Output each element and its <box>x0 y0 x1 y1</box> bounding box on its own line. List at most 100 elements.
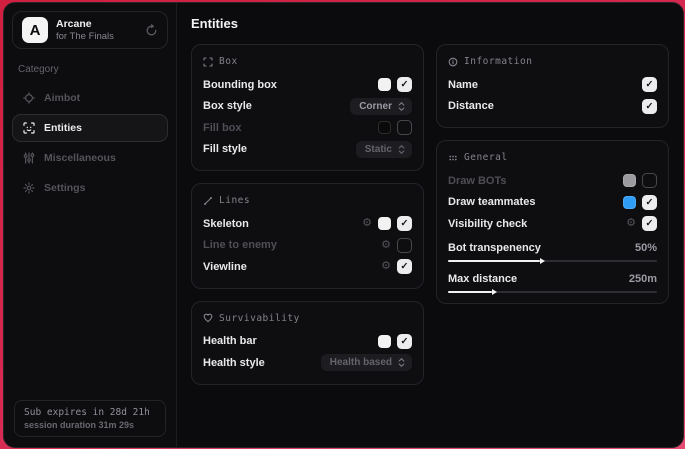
setting-row-name: Name <box>448 74 657 96</box>
category-label: Category <box>18 64 162 75</box>
setting-label: Distance <box>448 100 494 112</box>
health-bar-checkbox[interactable] <box>397 334 412 349</box>
gear-icon[interactable]: ⚙ <box>381 261 391 272</box>
setting-label: Viewline <box>203 261 247 273</box>
panel-title: General <box>464 152 508 163</box>
entities-scan-icon <box>23 122 35 134</box>
bot-transparency-slider-block: Bot transpenency 50% <box>448 242 657 262</box>
setting-label: Fill box <box>203 122 242 134</box>
slider-value: 250m <box>629 273 657 285</box>
setting-row-draw-bots: Draw BOTs <box>448 170 657 192</box>
setting-row-skeleton: Skeleton ⚙ <box>203 213 412 235</box>
setting-label: Health bar <box>203 335 257 347</box>
setting-row-bounding-box: Bounding box <box>203 74 412 96</box>
setting-row-fill-box: Fill box <box>203 117 412 139</box>
sliders-icon <box>23 152 35 164</box>
session-duration-text: session duration 31m 29s <box>24 420 156 430</box>
setting-label: Box style <box>203 100 252 112</box>
sub-expiry-text: Sub expires in 28d 21h <box>24 407 156 418</box>
slider-label: Max distance <box>448 273 517 285</box>
dropdown-value: Static <box>365 144 392 155</box>
panel-title: Box <box>219 56 238 67</box>
setting-label: Fill style <box>203 143 247 155</box>
color-swatch[interactable] <box>623 196 636 209</box>
sidebar-item-settings[interactable]: Settings <box>12 174 168 202</box>
setting-label: Visibility check <box>448 218 527 230</box>
slider-fill <box>448 291 492 293</box>
distance-checkbox[interactable] <box>642 99 657 114</box>
slider-value: 50% <box>635 242 657 254</box>
sync-icon[interactable] <box>145 24 158 37</box>
draw-bots-checkbox[interactable] <box>642 173 657 188</box>
sidebar-item-miscellaneous[interactable]: Miscellaneous <box>12 144 168 172</box>
bot-transparency-slider[interactable] <box>448 260 657 262</box>
color-swatch[interactable] <box>378 217 391 230</box>
sidebar-item-label: Settings <box>44 182 85 194</box>
panel-title: Information <box>464 56 532 67</box>
brand-subtitle: for The Finals <box>56 31 114 43</box>
sidebar: A Arcane for The Finals Category Aimbot <box>4 3 177 447</box>
max-distance-slider-block: Max distance 250m <box>448 273 657 293</box>
color-swatch[interactable] <box>378 121 391 134</box>
information-icon <box>448 57 458 67</box>
subscription-info-card: Sub expires in 28d 21h session duration … <box>14 400 166 437</box>
line-to-enemy-checkbox[interactable] <box>397 238 412 253</box>
dropdown-value: Corner <box>359 101 392 112</box>
panel-information: Information Name Distance <box>436 44 669 128</box>
setting-label: Name <box>448 79 478 91</box>
gear-icon <box>23 182 35 194</box>
setting-row-viewline: Viewline ⚙ <box>203 256 412 278</box>
box-style-dropdown[interactable]: Corner <box>350 98 412 115</box>
health-style-dropdown[interactable]: Health based <box>321 354 412 371</box>
brand-card: A Arcane for The Finals <box>12 11 168 49</box>
panel-lines: Lines Skeleton ⚙ Line to enemy ⚙ <box>191 183 424 289</box>
gear-icon[interactable]: ⚙ <box>381 240 391 251</box>
gear-icon[interactable]: ⚙ <box>362 218 372 229</box>
setting-row-line-to-enemy: Line to enemy ⚙ <box>203 235 412 257</box>
fill-style-dropdown[interactable]: Static <box>356 141 412 158</box>
panel-survivability: Survivability Health bar Health style He… <box>191 301 424 385</box>
setting-label: Skeleton <box>203 218 249 230</box>
sidebar-item-label: Miscellaneous <box>44 152 116 164</box>
page-title: Entities <box>191 16 669 31</box>
max-distance-slider[interactable] <box>448 291 657 293</box>
panel-box: Box Bounding box Box style Corner <box>191 44 424 171</box>
box-icon <box>203 57 213 67</box>
setting-label: Draw BOTs <box>448 175 506 187</box>
color-swatch[interactable] <box>378 78 391 91</box>
slider-label: Bot transpenency <box>448 242 541 254</box>
setting-row-health-style: Health style Health based <box>203 352 412 374</box>
chevrons-updown-icon <box>398 101 405 112</box>
setting-row-fill-style: Fill style Static <box>203 139 412 161</box>
color-swatch[interactable] <box>378 335 391 348</box>
skeleton-checkbox[interactable] <box>397 216 412 231</box>
bounding-box-checkbox[interactable] <box>397 77 412 92</box>
setting-row-box-style: Box style Corner <box>203 96 412 118</box>
setting-label: Bounding box <box>203 79 277 91</box>
setting-row-distance: Distance <box>448 96 657 118</box>
visibility-check-checkbox[interactable] <box>642 216 657 231</box>
name-checkbox[interactable] <box>642 77 657 92</box>
app-window: A Arcane for The Finals Category Aimbot <box>3 2 684 448</box>
fill-box-checkbox[interactable] <box>397 120 412 135</box>
panel-general: General Draw BOTs Draw teammates <box>436 140 669 304</box>
setting-label: Draw teammates <box>448 196 535 208</box>
setting-row-visibility-check: Visibility check ⚙ <box>448 213 657 235</box>
draw-teammates-checkbox[interactable] <box>642 195 657 210</box>
panel-title: Lines <box>219 195 250 206</box>
panel-title: Survivability <box>219 313 300 324</box>
general-grid-icon <box>448 153 458 163</box>
sidebar-item-aimbot[interactable]: Aimbot <box>12 84 168 112</box>
dropdown-value: Health based <box>330 357 392 368</box>
slider-fill <box>448 260 540 262</box>
sidebar-item-entities[interactable]: Entities <box>12 114 168 142</box>
sidebar-item-label: Entities <box>44 122 82 134</box>
brand-name: Arcane <box>56 18 114 31</box>
crosshair-icon <box>23 92 35 104</box>
sidebar-item-label: Aimbot <box>44 92 80 104</box>
chevrons-updown-icon <box>398 357 405 368</box>
viewline-checkbox[interactable] <box>397 259 412 274</box>
lines-icon <box>203 196 213 206</box>
gear-icon[interactable]: ⚙ <box>626 218 636 229</box>
color-swatch[interactable] <box>623 174 636 187</box>
